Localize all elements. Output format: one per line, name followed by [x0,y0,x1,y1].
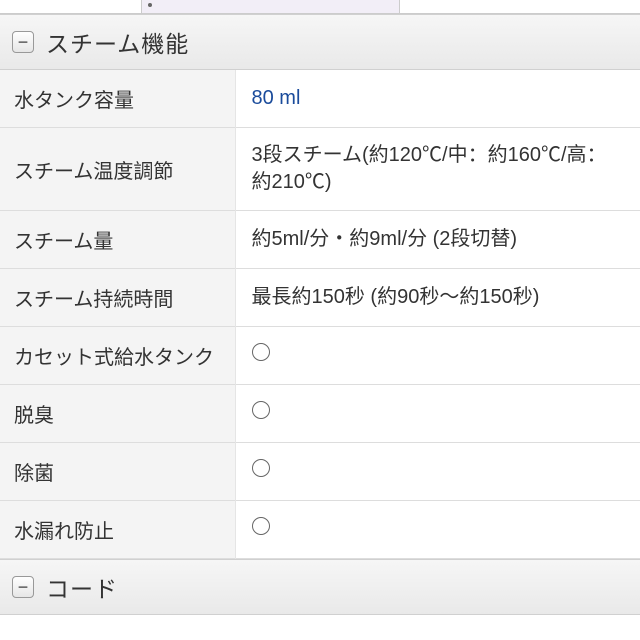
collapse-icon[interactable]: − [12,31,34,53]
circle-icon [252,517,270,535]
spec-value: 最長約150秒 (約90秒～約150秒) [235,269,640,327]
section-header-steam[interactable]: − スチーム機能 [0,14,640,70]
table-row: カセット式給水タンク [0,327,640,385]
circle-icon [252,343,270,361]
spec-value[interactable]: 80 ml [235,70,640,128]
top-strip [0,0,640,14]
spec-value: 3段スチーム(約120℃/中：約160℃/高：約210℃) [235,128,640,211]
spec-label: 水タンク容量 [0,70,235,128]
table-row: 水タンク容量 80 ml [0,70,640,128]
spec-value [235,327,640,385]
spec-value [235,443,640,501]
spec-value: 約5ml/分・約9ml/分 (2段切替) [235,211,640,269]
spec-label: 脱臭 [0,385,235,443]
spec-label: スチーム量 [0,211,235,269]
circle-icon [252,459,270,477]
section-title: コード [46,570,118,604]
spec-label: 水漏れ防止 [0,501,235,559]
table-row: 水漏れ防止 [0,501,640,559]
spec-label: スチーム温度調節 [0,128,235,211]
table-row: 脱臭 [0,385,640,443]
spec-label: 除菌 [0,443,235,501]
spec-label: スチーム持続時間 [0,269,235,327]
spec-value [235,501,640,559]
spec-label: カセット式給水タンク [0,327,235,385]
section-title: スチーム機能 [46,25,189,59]
section-header-cord[interactable]: − コード [0,559,640,615]
spec-value [235,385,640,443]
table-row: スチーム温度調節 3段スチーム(約120℃/中：約160℃/高：約210℃) [0,128,640,211]
table-row: 除菌 [0,443,640,501]
table-row: スチーム量 約5ml/分・約9ml/分 (2段切替) [0,211,640,269]
circle-icon [252,401,270,419]
table-row: スチーム持続時間 最長約150秒 (約90秒～約150秒) [0,269,640,327]
collapse-icon[interactable]: − [12,576,34,598]
spec-table-steam: 水タンク容量 80 ml スチーム温度調節 3段スチーム(約120℃/中：約16… [0,70,640,559]
